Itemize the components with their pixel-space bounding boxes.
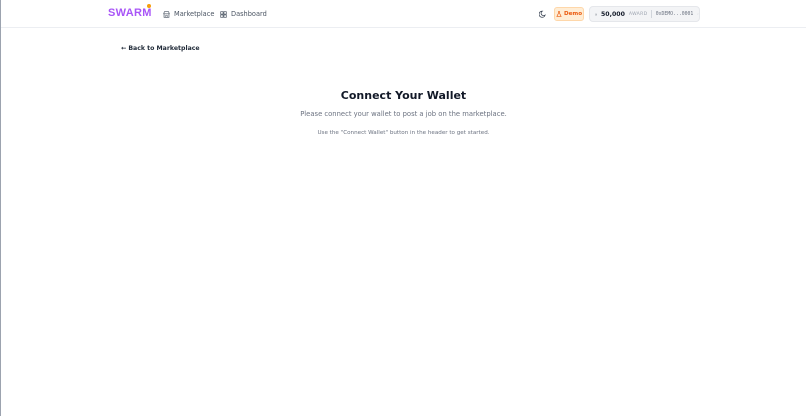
- top-header: SWARM Marketplace Dashboard Demo 50,000 …: [1, 0, 806, 28]
- flask-icon: [556, 11, 562, 17]
- nav-dashboard[interactable]: Dashboard: [220, 8, 267, 20]
- nav-dashboard-label: Dashboard: [231, 10, 267, 18]
- connect-wallet-hint: Use the "Connect Wallet" button in the h…: [317, 130, 490, 136]
- grid-icon: [220, 10, 227, 18]
- demo-badge-label: Demo: [563, 11, 583, 17]
- connect-wallet-message: Please connect your wallet to post a job…: [300, 110, 507, 118]
- chevron-down-icon: [697, 13, 699, 15]
- demo-badge: Demo: [554, 7, 584, 21]
- wallet-address: 0xDEMO...0001: [655, 11, 694, 17]
- nav-marketplace[interactable]: Marketplace: [163, 8, 214, 20]
- logo-spark-icon: [147, 4, 151, 8]
- back-to-marketplace-link[interactable]: ← Back to Marketplace: [121, 45, 200, 52]
- store-icon: [163, 10, 170, 18]
- moon-icon: [539, 10, 546, 18]
- wallet-button[interactable]: 50,000 AWARD 0xDEMO...0001: [589, 6, 700, 22]
- wallet-token: AWARD: [628, 11, 648, 17]
- swarm-logo[interactable]: SWARM: [108, 7, 152, 19]
- wallet-icon: [595, 13, 597, 15]
- theme-toggle-button[interactable]: [538, 9, 548, 19]
- nav-marketplace-label: Marketplace: [174, 10, 215, 18]
- page-title: Connect Your Wallet: [340, 89, 467, 102]
- wallet-balance: 50,000: [601, 10, 625, 18]
